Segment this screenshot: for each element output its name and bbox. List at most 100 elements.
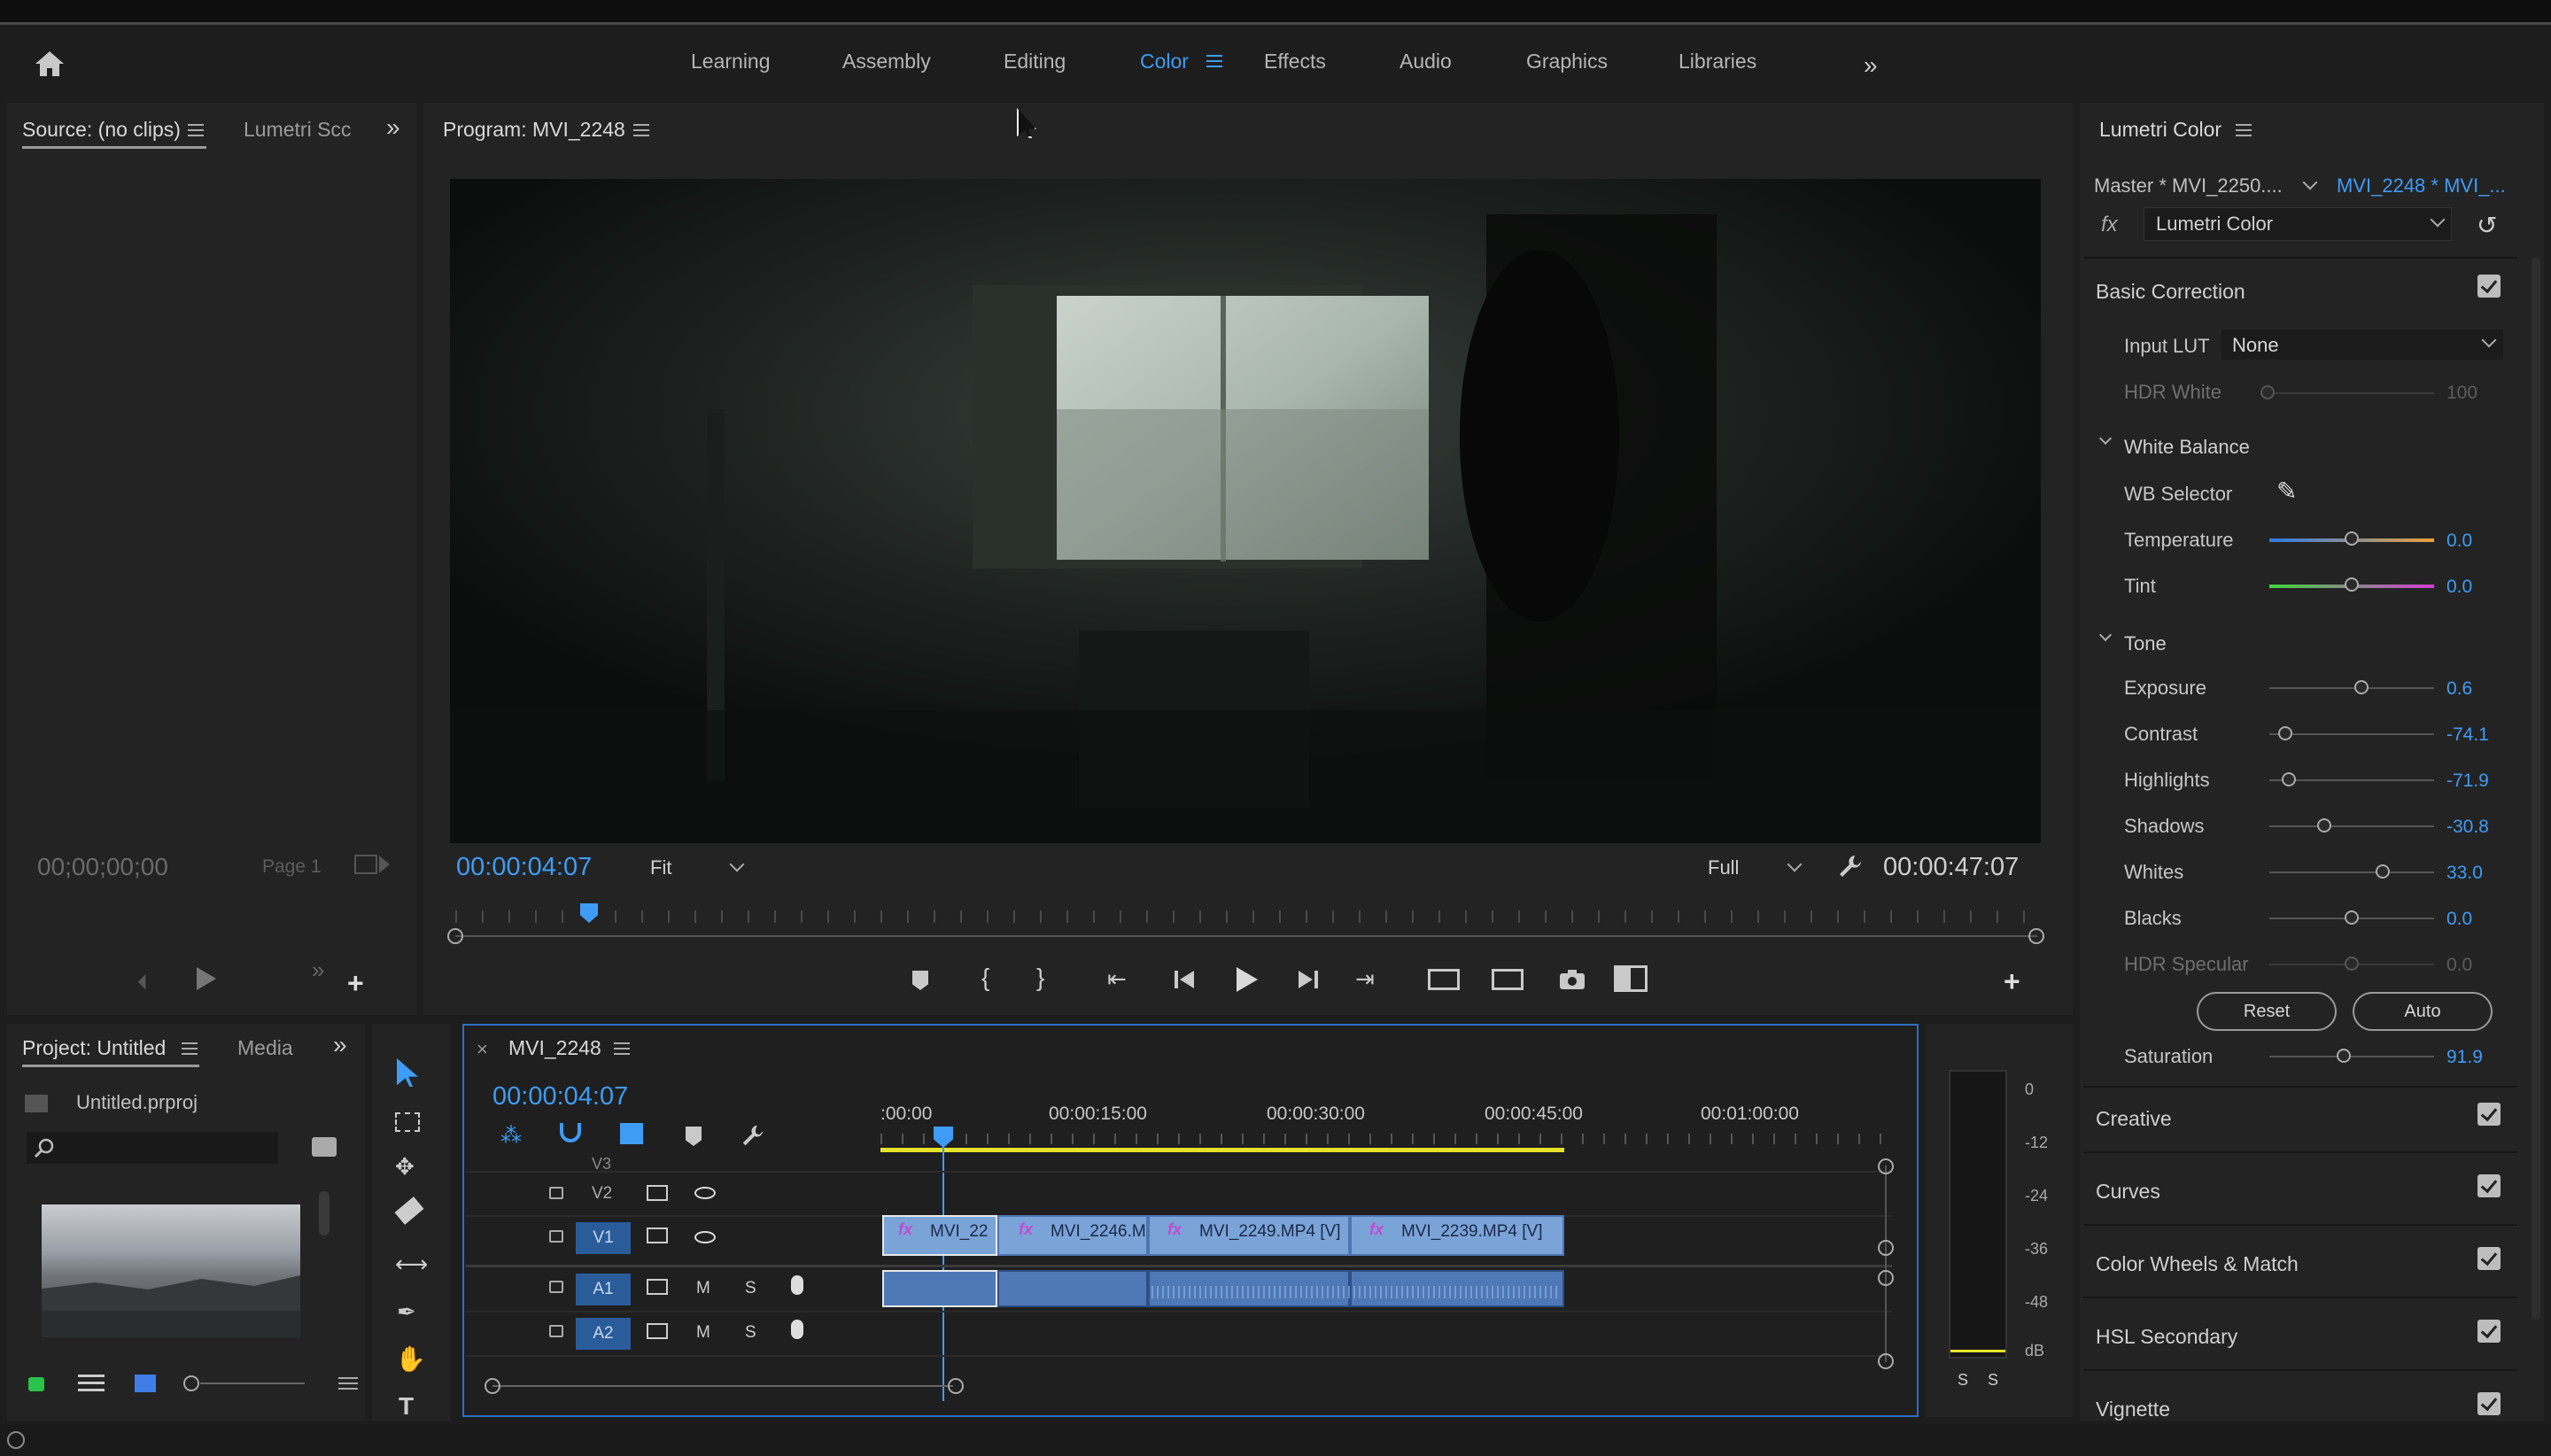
home-icon[interactable] <box>34 50 66 78</box>
fit-dropdown[interactable]: Fit <box>650 856 671 879</box>
a2-voiceover-icon[interactable] <box>791 1320 803 1339</box>
workspace-tab-assembly[interactable]: Assembly <box>842 50 931 74</box>
auto-button[interactable]: Auto <box>2353 992 2493 1031</box>
whites-slider[interactable] <box>2269 871 2434 873</box>
program-menu-icon[interactable] <box>633 124 649 136</box>
go-to-out-icon[interactable]: ⇥ <box>1355 965 1375 993</box>
program-timecode[interactable]: 00:00:04:07 <box>456 853 592 882</box>
reset-button[interactable]: Reset <box>2197 992 2337 1031</box>
hand-tool-icon[interactable]: ✋ <box>395 1344 426 1374</box>
v1-lock-icon[interactable] <box>549 1230 563 1243</box>
zoom-slider-track[interactable] <box>200 1382 305 1384</box>
a1-solo[interactable]: S <box>745 1279 756 1298</box>
source-menu-icon[interactable] <box>188 124 204 136</box>
new-bin-icon[interactable] <box>312 1137 337 1157</box>
program-scrubber[interactable] <box>455 935 2037 937</box>
eyedropper-icon[interactable]: ✎ <box>2276 476 2297 506</box>
vscroll-handle[interactable] <box>1878 1353 1894 1369</box>
hsl-secondary-checkbox[interactable] <box>2477 1320 2501 1343</box>
saturation-value[interactable]: 91.9 <box>2446 1047 2483 1068</box>
meter-solo-right[interactable]: S <box>1988 1371 1998 1390</box>
workspace-tab-editing[interactable]: Editing <box>1004 50 1066 74</box>
workspace-tab-graphics[interactable]: Graphics <box>1526 50 1608 74</box>
vscroll-handle[interactable] <box>1878 1240 1894 1256</box>
blacks-value[interactable]: 0.0 <box>2446 909 2472 930</box>
track-a2-label[interactable]: A2 <box>576 1318 631 1350</box>
list-view-icon[interactable] <box>78 1375 105 1392</box>
shadows-slider[interactable] <box>2269 825 2434 827</box>
quality-dropdown[interactable]: Full <box>1708 856 1739 879</box>
lock-icon[interactable] <box>28 1377 44 1391</box>
vignette-header[interactable]: Vignette <box>2096 1398 2170 1421</box>
tab-source[interactable]: Source: (no clips) <box>22 118 181 142</box>
work-area-bar[interactable] <box>880 1148 1564 1152</box>
more-workspaces-icon[interactable]: » <box>1864 51 1878 80</box>
color-wheels-header[interactable]: Color Wheels & Match <box>2096 1252 2299 1276</box>
extract-icon[interactable] <box>1492 969 1524 990</box>
project-scrollbar[interactable] <box>319 1191 330 1235</box>
tab-project[interactable]: Project: Untitled <box>22 1036 166 1060</box>
tab-lumetri-scopes[interactable]: Lumetri Scc <box>244 118 351 142</box>
source-add-icon[interactable]: + <box>347 967 364 1000</box>
program-title[interactable]: Program: MVI_2248 <box>443 118 625 142</box>
go-to-in-icon[interactable]: ⇤ <box>1107 965 1127 993</box>
blacks-knob[interactable] <box>2345 910 2359 925</box>
clip-instance-select[interactable]: MVI_2248 * MVI_... <box>2337 174 2506 197</box>
master-clip-select[interactable]: Master * MVI_2250.... <box>2094 174 2283 197</box>
meter-solo-left[interactable]: S <box>1958 1371 1968 1390</box>
a1-lock-icon[interactable] <box>549 1281 563 1293</box>
project-menu-icon[interactable] <box>182 1042 198 1055</box>
mark-in-icon[interactable]: { <box>981 964 989 992</box>
a2-solo[interactable]: S <box>745 1323 756 1343</box>
tab-media[interactable]: Media <box>237 1036 293 1060</box>
workspace-tab-color[interactable]: Color <box>1140 50 1189 74</box>
exposure-value[interactable]: 0.6 <box>2446 678 2472 700</box>
scrubber-start-handle[interactable] <box>447 928 463 944</box>
reset-effect-icon[interactable]: ↺ <box>2477 211 2497 240</box>
track-v1-label[interactable]: V1 <box>576 1222 631 1254</box>
wrench-icon[interactable] <box>1837 853 1864 879</box>
zoom-slider-handle[interactable] <box>183 1375 199 1391</box>
lumetri-title[interactable]: Lumetri Color <box>2099 118 2221 142</box>
curves-header[interactable]: Curves <box>2096 1180 2160 1204</box>
vscroll-handle[interactable] <box>1878 1158 1894 1174</box>
vignette-checkbox[interactable] <box>2477 1392 2501 1415</box>
audio-clip[interactable] <box>882 1270 997 1307</box>
play-icon[interactable] <box>1237 967 1258 992</box>
workspace-tab-effects[interactable]: Effects <box>1264 50 1326 74</box>
a2-mute[interactable]: M <box>696 1323 710 1343</box>
project-footer-menu-icon[interactable] <box>338 1377 358 1390</box>
program-video-frame[interactable] <box>450 179 2041 843</box>
scrubber-end-handle[interactable] <box>2028 928 2044 944</box>
whites-value[interactable]: 33.0 <box>2446 863 2483 884</box>
a1-sync-icon[interactable] <box>647 1279 668 1295</box>
comparison-view-icon[interactable] <box>1614 965 1648 992</box>
timeline-zoom-start-handle[interactable] <box>485 1378 500 1394</box>
project-more-panels-icon[interactable]: » <box>333 1031 347 1059</box>
curves-checkbox[interactable] <box>2477 1174 2501 1197</box>
nest-icon[interactable]: ⁂ <box>500 1123 522 1149</box>
color-wheels-checkbox[interactable] <box>2477 1247 2501 1270</box>
vscroll-handle[interactable] <box>1878 1270 1894 1286</box>
more-panels-icon[interactable]: » <box>386 113 400 142</box>
a2-sync-icon[interactable] <box>647 1323 668 1339</box>
workspace-tab-libraries[interactable]: Libraries <box>1679 50 1756 74</box>
creative-header[interactable]: Creative <box>2096 1107 2172 1131</box>
linked-selection-icon[interactable] <box>620 1123 643 1144</box>
workspace-menu-icon[interactable] <box>1206 55 1222 67</box>
source-step-back-icon[interactable]: ⏴ <box>137 971 148 995</box>
source-page-select[interactable]: Page 1 <box>262 856 322 878</box>
track-a1-label[interactable]: A1 <box>576 1274 631 1305</box>
ripple-edit-tool-icon[interactable]: ✥ <box>395 1153 415 1181</box>
timeline-zoom-end-handle[interactable] <box>948 1378 964 1394</box>
whites-knob[interactable] <box>2376 864 2390 879</box>
workspace-tab-learning[interactable]: Learning <box>691 50 771 74</box>
track-height-scroll[interactable] <box>1885 1166 1887 1362</box>
a2-lock-icon[interactable] <box>549 1325 563 1337</box>
creative-checkbox[interactable] <box>2477 1103 2501 1126</box>
contrast-value[interactable]: -74.1 <box>2446 724 2489 746</box>
step-back-icon[interactable] <box>1173 969 1196 990</box>
lumetri-scrollbar[interactable] <box>2532 257 2540 1320</box>
track-select-tool-icon[interactable] <box>395 1112 420 1132</box>
export-frame-icon[interactable] <box>1559 969 1586 990</box>
